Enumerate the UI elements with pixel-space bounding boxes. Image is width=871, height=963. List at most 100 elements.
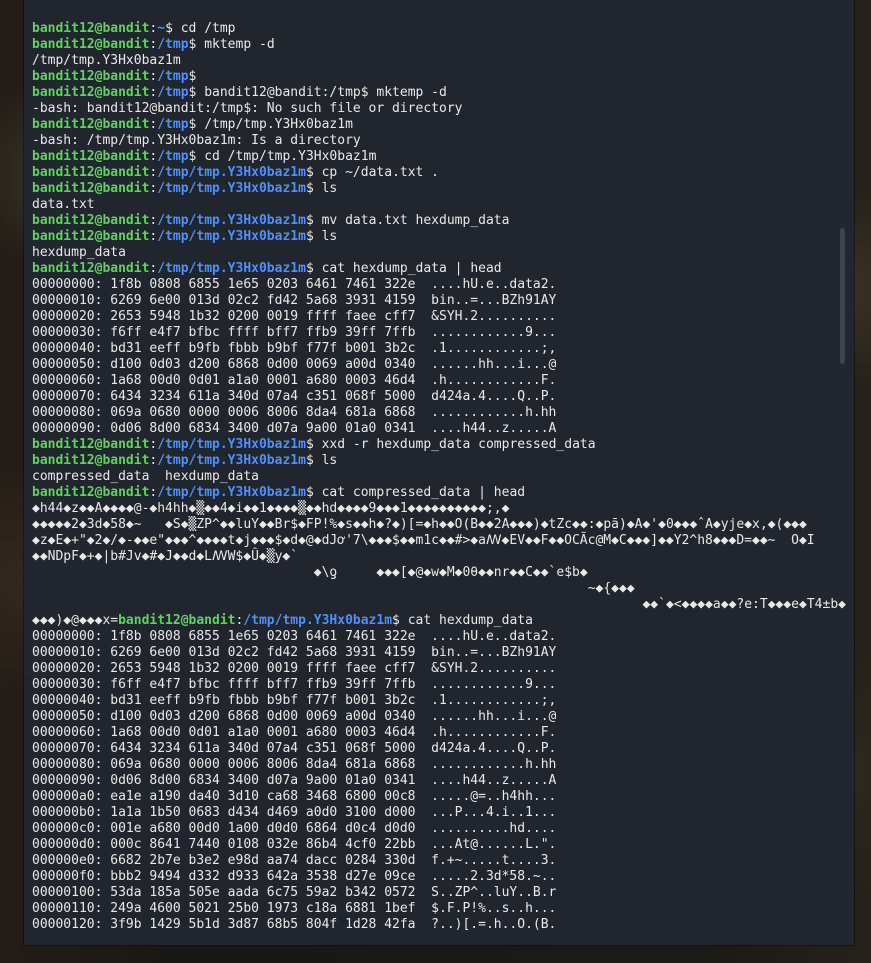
command-text: /tmp/tmp.Y3Hx0baz1m <box>204 117 353 132</box>
output-text: 000000d0: 000c 8641 7440 0108 032e 86b4 … <box>32 837 557 852</box>
prompt-symbol: $ <box>305 485 322 500</box>
output-line: 00000040: bd31 eeff b9fb fbbb b9bf f77f … <box>32 341 836 357</box>
command-text: mv data.txt hexdump_data <box>321 213 510 228</box>
terminal-output: bandit12@bandit:~$ cd /tmp bandit12@bandi… <box>32 21 846 933</box>
output-line: 00000010: 6269 6e00 013d 02c2 fd42 5a68 … <box>32 293 836 309</box>
output-text: 00000030: f6ff e4f7 bfbc ffff bff7 ffb9 … <box>32 325 557 340</box>
output-line: 00000030: f6ff e4f7 bfbc ffff bff7 ffb9 … <box>32 325 836 341</box>
garbled-prefix: ◆◆◆)◆@◆◆◆x= <box>32 613 119 628</box>
prompt-symbol: $ <box>188 149 205 164</box>
prompt-path: /tmp/tmp.Y3Hx0baz1m <box>157 437 306 452</box>
output-text: 00000060: 1a68 00d0 0d01 a1a0 0001 a680 … <box>32 373 557 388</box>
prompt-path: /tmp/tmp.Y3Hx0baz1m <box>243 613 393 628</box>
prompt-line: bandit12@bandit:/tmp/tmp.Y3Hx0baz1m$ ls <box>32 453 836 469</box>
scrollbar-thumb[interactable] <box>840 228 845 364</box>
prompt-line: bandit12@bandit:/tmp/tmp.Y3Hx0baz1m$ xxd… <box>32 437 836 453</box>
prompt-line: bandit12@bandit:~$ cd /tmp <box>32 21 836 37</box>
prompt-path: /tmp/tmp.Y3Hx0baz1m <box>157 181 306 196</box>
output-line: -bash: bandit12@bandit:/tmp$: No such fi… <box>32 101 836 117</box>
output-text: 00000100: 53da 185a 505e aada 6c75 59a2 … <box>32 885 557 900</box>
command-text: bandit12@bandit:/tmp$ mktemp -d <box>204 85 447 100</box>
command-text: ls <box>321 453 338 468</box>
prompt-user: bandit12@bandit <box>32 181 150 196</box>
prompt-symbol: $ <box>392 613 408 628</box>
output-line: ◆◆`◆<◆◆◆◆a◆◆?e:T◆◆◆e◆T4±b◆ <box>32 597 846 613</box>
output-text: -bash: /tmp/tmp.Y3Hx0baz1m: Is a directo… <box>32 133 361 148</box>
output-line: 00000070: 6434 3234 611a 340d 07a4 c351 … <box>32 741 836 757</box>
prompt-symbol: $ <box>188 69 197 84</box>
prompt-user: bandit12@bandit <box>118 613 236 628</box>
output-text: ~◆{◆◆◆ <box>32 581 635 596</box>
output-text: 000000e0: 6682 2b7e b3e2 e98d aa74 dacc … <box>32 853 557 868</box>
prompt-user: bandit12@bandit <box>32 485 150 500</box>
output-line: 00000020: 2653 5948 1b32 0200 0019 ffff … <box>32 309 836 325</box>
output-text: 00000050: d100 0d03 d200 6868 0d00 0069 … <box>32 709 557 724</box>
prompt-user: bandit12@bandit <box>32 85 150 100</box>
output-line: 000000d0: 000c 8641 7440 0108 032e 86b4 … <box>32 837 836 853</box>
prompt-path: /tmp/tmp.Y3Hx0baz1m <box>157 261 306 276</box>
command-text: ls <box>321 229 338 244</box>
prompt-path: /tmp/tmp.Y3Hx0baz1m <box>157 165 306 180</box>
output-text: 00000040: bd31 eeff b9fb fbbb b9bf f77f … <box>32 693 557 708</box>
output-text: 000000f0: bbb2 9494 d332 d933 642a 3538 … <box>32 869 557 884</box>
output-text: 000000c0: 001e a680 00d0 1a00 d0d0 6864 … <box>32 821 557 836</box>
terminal-window[interactable]: bandit12@bandit:~$ cd /tmp bandit12@bandi… <box>24 0 854 945</box>
output-line: 00000000: 1f8b 0808 6855 1e65 0203 6461 … <box>32 629 836 645</box>
output-line: ◆◆NDpF◆+◆|b#Jv◆#◆J◆◆d◆LꟿW$◆Û◆▒y◆` <box>32 549 836 565</box>
command-text: mktemp -d <box>204 37 275 52</box>
output-line: 00000080: 069a 0680 0000 0006 8006 8da4 … <box>32 405 836 421</box>
prompt-path: /tmp <box>157 149 189 164</box>
output-line: ~◆{◆◆◆ <box>32 581 836 597</box>
output-line: ◆\ƍ ◆◆◆[◆@◆w◆M◆0θ◆◆nr◆◆C◆◆`e$b◆ <box>32 565 836 581</box>
output-text: ◆h44◆z◆◆A◆◆◆◆@-◆h4hh◆▒◆◆4◆i◆◆1◆◆◆◆▒◆◆hd◆… <box>32 501 510 516</box>
prompt-user: bandit12@bandit <box>32 117 150 132</box>
prompt-user: bandit12@bandit <box>32 21 150 36</box>
prompt-user: bandit12@bandit <box>32 37 150 52</box>
command-text: cd /tmp/tmp.Y3Hx0baz1m <box>204 149 377 164</box>
prompt-symbol: $ <box>305 261 322 276</box>
command-text: cat compressed_data | head <box>321 485 526 500</box>
output-text: ◆◆◆◆◆2◆3d◆58◆~ ◆S◆▒ZP^◆◆luY◆◆Br$◆FP!%◆s◆… <box>32 517 807 532</box>
output-text: 000000b0: 1a1a 1b50 0683 d434 d469 a0d0 … <box>32 805 557 820</box>
prompt-line: bandit12@bandit:/tmp$ mktemp -d <box>32 37 836 53</box>
output-text: data.txt <box>32 197 95 212</box>
output-text: hexdump_data <box>32 245 126 260</box>
prompt-line: bandit12@bandit:/tmp/tmp.Y3Hx0baz1m$ cat… <box>32 261 836 277</box>
prompt-path: /tmp/tmp.Y3Hx0baz1m <box>157 453 306 468</box>
output-text: 00000010: 6269 6e00 013d 02c2 fd42 5a68 … <box>32 645 557 660</box>
command-text: cd /tmp <box>180 21 236 36</box>
prompt-symbol: $ <box>305 437 322 452</box>
prompt-user: bandit12@bandit <box>32 261 150 276</box>
output-text: 00000060: 1a68 00d0 0d01 a1a0 0001 a680 … <box>32 725 557 740</box>
prompt-user: bandit12@bandit <box>32 69 150 84</box>
prompt-user: bandit12@bandit <box>32 229 150 244</box>
prompt-symbol: $ <box>305 229 322 244</box>
output-line: 00000100: 53da 185a 505e aada 6c75 59a2 … <box>32 885 836 901</box>
prompt-path: ~ <box>157 21 166 36</box>
prompt-symbol: $ <box>188 37 205 52</box>
output-text: 00000090: 0d06 8d00 6834 3400 d07a 9a00 … <box>32 421 557 436</box>
output-text: 00000070: 6434 3234 611a 340d 07a4 c351 … <box>32 389 557 404</box>
prompt-user: bandit12@bandit <box>32 213 150 228</box>
output-text: 00000080: 069a 0680 0000 0006 8006 8da4 … <box>32 757 557 772</box>
prompt-line: bandit12@bandit:/tmp/tmp.Y3Hx0baz1m$ mv … <box>32 213 836 229</box>
output-line: -bash: /tmp/tmp.Y3Hx0baz1m: Is a directo… <box>32 133 836 149</box>
command-text: cat hexdump_data | head <box>321 261 502 276</box>
prompt-line: bandit12@bandit:/tmp$ /tmp/tmp.Y3Hx0baz1… <box>32 117 836 133</box>
output-line: 00000060: 1a68 00d0 0d01 a1a0 0001 a680 … <box>32 373 836 389</box>
prompt-path: /tmp <box>157 37 189 52</box>
output-line: 00000110: 249a 4600 5021 25b0 1973 c18a … <box>32 901 836 917</box>
output-text: 00000080: 069a 0680 0000 0006 8006 8da4 … <box>32 405 557 420</box>
output-line: 00000030: f6ff e4f7 bfbc ffff bff7 ffb9 … <box>32 677 836 693</box>
prompt-symbol: $ <box>305 213 322 228</box>
output-text: ◆z◆E◆+"◆2◆/◆-◆◆e"◆◆◆^◆◆◆◆t◆j◆◆◆$◆d◆@◆dJơ… <box>32 533 815 548</box>
output-text: 00000020: 2653 5948 1b32 0200 0019 ffff … <box>32 309 557 324</box>
output-line: hexdump_data <box>32 245 836 261</box>
output-line: 00000020: 2653 5948 1b32 0200 0019 ffff … <box>32 661 836 677</box>
output-line: 000000c0: 001e a680 00d0 1a00 d0d0 6864 … <box>32 821 836 837</box>
output-text: compressed_data hexdump_data <box>32 469 259 484</box>
output-text: 00000050: d100 0d03 d200 6868 0d00 0069 … <box>32 357 557 372</box>
output-text: 00000070: 6434 3234 611a 340d 07a4 c351 … <box>32 741 557 756</box>
prompt-line: ◆◆◆)◆@◆◆◆x=bandit12@bandit:/tmp/tmp.Y3Hx… <box>32 613 836 629</box>
command-text: xxd -r hexdump_data compressed_data <box>321 437 596 452</box>
